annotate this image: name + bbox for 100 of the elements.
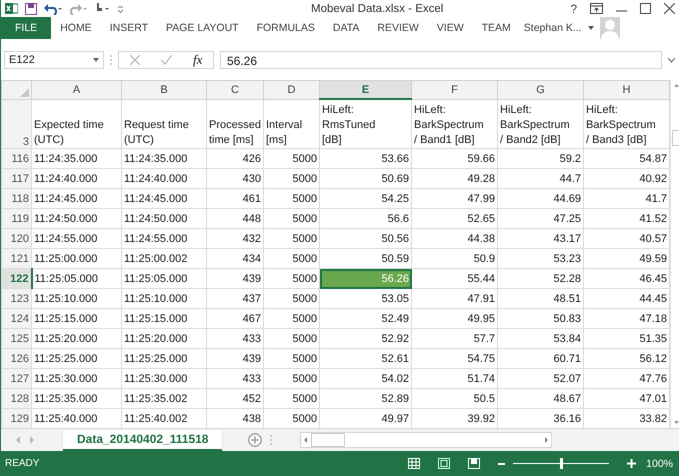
table-cell: 11:24:45.000 xyxy=(122,188,206,208)
ribbon-tab[interactable]: HOME xyxy=(51,17,101,39)
table-cell: 41.52 xyxy=(584,208,670,228)
formula-field[interactable]: 56.26 xyxy=(220,51,662,69)
table-cell: 11:24:35.000 xyxy=(122,148,206,168)
ribbon-tab[interactable]: REVIEW xyxy=(368,17,428,39)
ribbon-tab[interactable]: PAGE LAYOUT xyxy=(157,17,248,39)
table-cell: 44.45 xyxy=(584,288,670,308)
row-number[interactable]: 118 xyxy=(2,188,32,208)
table-cell: 40.57 xyxy=(584,228,670,248)
table-cell: 56.6 xyxy=(320,208,412,228)
ribbon-tab[interactable]: TEAM xyxy=(472,17,520,39)
row-number[interactable]: 123 xyxy=(2,288,32,308)
page-break-view-icon[interactable] xyxy=(468,458,480,469)
column-header[interactable]: G xyxy=(498,80,584,99)
table-cell: 426 xyxy=(206,148,264,168)
table-cell: 11:24:45.000 xyxy=(32,188,122,208)
table-cell: 47.99 xyxy=(412,188,498,208)
dropdown-caret-icon[interactable] xyxy=(588,26,594,30)
column-header[interactable]: F xyxy=(412,80,498,99)
vertical-scroll-thumb[interactable] xyxy=(672,130,679,146)
customize-icon[interactable] xyxy=(117,4,124,12)
column-header[interactable]: D xyxy=(264,80,320,99)
sheet-tab[interactable]: Data_20140402_111518 xyxy=(63,430,222,450)
table-cell: 11:25:10.000 xyxy=(122,288,206,308)
row-number[interactable]: 126 xyxy=(2,348,32,368)
row-number[interactable]: 121 xyxy=(2,248,32,268)
table-cell: 49.28 xyxy=(412,168,498,188)
table-cell: 11:24:50.000 xyxy=(32,208,122,228)
table-cell: 461 xyxy=(206,188,264,208)
table-cell: 48.67 xyxy=(498,388,584,408)
column-header[interactable]: B xyxy=(122,80,206,99)
table-cell: 11:24:40.000 xyxy=(32,168,122,188)
insert-function-button[interactable]: fx xyxy=(193,52,202,68)
table-cell: 437 xyxy=(206,288,264,308)
table-cell: 11:25:05.000 xyxy=(122,268,206,288)
ribbon-tab[interactable]: INSERT xyxy=(100,17,158,39)
table-cell: 11:25:25.000 xyxy=(122,348,206,368)
add-sheet-icon[interactable] xyxy=(248,433,262,447)
table-cell: 59.66 xyxy=(412,148,498,168)
column-header[interactable]: E xyxy=(320,80,412,99)
expand-caret-icon[interactable] xyxy=(668,58,675,62)
horizontal-scrollbar[interactable] xyxy=(300,432,552,448)
table-cell: 51.35 xyxy=(584,328,670,348)
page-layout-view-icon[interactable] xyxy=(438,458,450,469)
row-number[interactable]: 116 xyxy=(2,148,32,168)
ribbon-display-icon[interactable] xyxy=(590,3,604,14)
column-header[interactable]: A xyxy=(32,80,122,99)
column-header[interactable]: H xyxy=(584,80,670,99)
table-cell: 5000 xyxy=(264,168,320,188)
table-cell: 5000 xyxy=(264,208,320,228)
undo-icon[interactable] xyxy=(44,2,62,14)
row-number[interactable]: 127 xyxy=(2,368,32,388)
table-cell: 47.18 xyxy=(584,308,670,328)
help-button[interactable]: ? xyxy=(570,2,578,16)
window-title: Mobeval Data.xlsx - Excel xyxy=(311,2,444,14)
row-number[interactable]: 124 xyxy=(2,308,32,328)
row-number[interactable]: 125 xyxy=(2,328,32,348)
grip-icon xyxy=(270,435,272,445)
header-cell: Expected time (UTC) xyxy=(32,99,122,148)
normal-view-icon[interactable] xyxy=(408,458,420,469)
table-cell: 5000 xyxy=(264,388,320,408)
table-cell: 11:24:55.000 xyxy=(122,228,206,248)
table-cell: 47.76 xyxy=(584,368,670,388)
zoom-in-icon[interactable] xyxy=(627,459,636,468)
column-header[interactable]: C xyxy=(206,80,264,99)
maximize-icon[interactable] xyxy=(640,3,652,14)
row-number[interactable]: 3 xyxy=(2,99,32,148)
save-icon[interactable] xyxy=(25,2,37,14)
row-number[interactable]: 119 xyxy=(2,208,32,228)
ribbon-tab[interactable]: DATA xyxy=(324,17,368,39)
table-cell: 50.83 xyxy=(498,308,584,328)
ribbon-tab[interactable]: FORMULAS xyxy=(248,17,324,39)
ribbon-tab[interactable]: VIEW xyxy=(428,17,473,39)
table-cell: 53.66 xyxy=(320,148,412,168)
table-cell: 40.92 xyxy=(584,168,670,188)
table-cell: 11:25:30.000 xyxy=(122,368,206,388)
table-cell: 56.12 xyxy=(584,348,670,368)
table-cell: 54.87 xyxy=(584,148,670,168)
avatar-icon xyxy=(600,17,620,39)
table-cell: 5000 xyxy=(264,368,320,388)
table-cell: 44.69 xyxy=(498,188,584,208)
table-cell: 48.51 xyxy=(498,288,584,308)
zoom-level[interactable]: 100% xyxy=(646,458,673,470)
ribbon-tab[interactable]: FILE xyxy=(1,17,52,39)
close-icon[interactable] xyxy=(664,3,676,14)
table-cell: 11:25:10.000 xyxy=(32,288,122,308)
name-box[interactable]: E122 xyxy=(4,51,104,69)
table-cell: 467 xyxy=(206,308,264,328)
row-number[interactable]: 122 xyxy=(2,268,32,288)
table-cell: 5000 xyxy=(264,288,320,308)
row-number[interactable]: 120 xyxy=(2,228,32,248)
table-cell: 452 xyxy=(206,388,264,408)
row-number[interactable]: 128 xyxy=(2,388,32,408)
row-number[interactable]: 129 xyxy=(2,408,32,428)
table-cell: 11:25:15.000 xyxy=(32,308,122,328)
table-cell: 11:25:20.000 xyxy=(32,328,122,348)
header-cell: Interval [ms] xyxy=(264,99,320,148)
row-number[interactable]: 117 xyxy=(2,168,32,188)
user-name[interactable]: Stephan K... xyxy=(524,22,582,34)
